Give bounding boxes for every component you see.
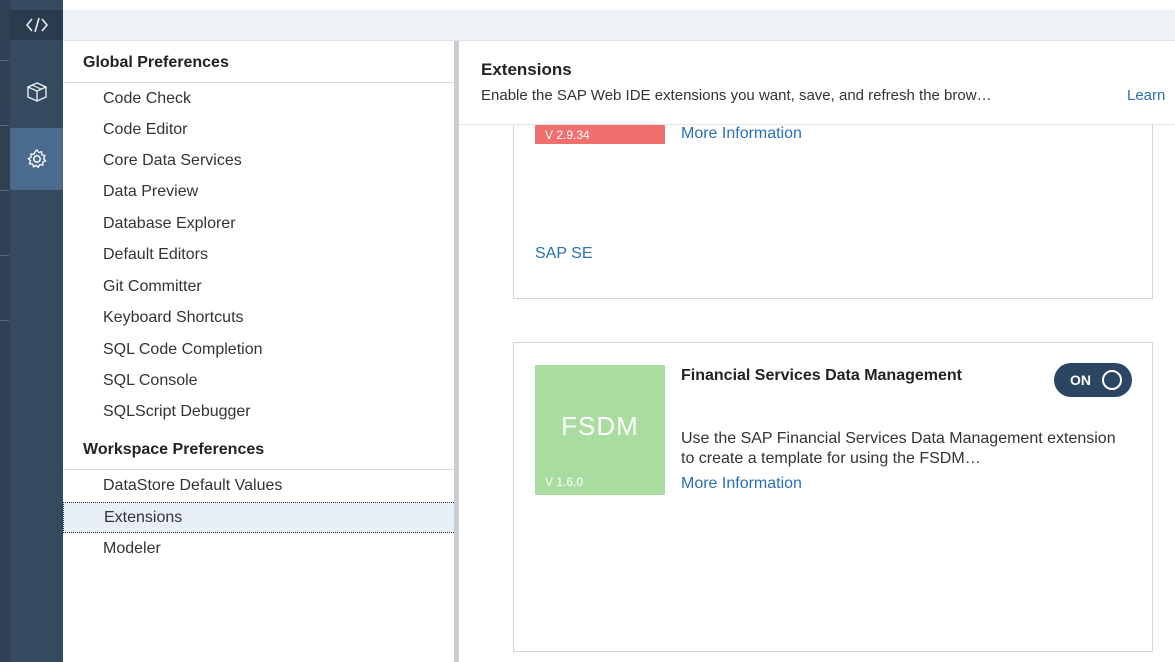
code-icon[interactable]: [10, 10, 63, 40]
pref-item-default-editors[interactable]: Default Editors: [63, 240, 456, 271]
extension-version: V 2.9.34: [545, 128, 590, 142]
page-title: Extensions: [481, 60, 572, 79]
pref-item-code-check[interactable]: Code Check: [63, 84, 456, 115]
pref-item-git-committer[interactable]: Git Committer: [63, 272, 456, 303]
page-description: Enable the SAP Web IDE extensions you wa…: [481, 87, 992, 104]
more-information-link[interactable]: More Information: [681, 125, 802, 143]
extension-vendor-link[interactable]: SAP SE: [535, 245, 593, 263]
extension-description: Use the SAP Financial Services Data Mana…: [681, 430, 1116, 467]
package-icon[interactable]: [10, 70, 63, 114]
extension-toggle[interactable]: ON: [1054, 363, 1132, 397]
pref-item-datastore-default-values[interactable]: DataStore Default Values: [63, 471, 456, 502]
pref-item-code-editor[interactable]: Code Editor: [63, 115, 456, 146]
settings-icon[interactable]: [10, 128, 63, 190]
top-bar: [63, 10, 1175, 41]
side-rail: [0, 0, 63, 662]
rail-edge: [0, 0, 10, 662]
global-preferences-heading: Global Preferences: [63, 41, 456, 83]
extensions-header: Extensions Enable the SAP Web IDE extens…: [459, 41, 1175, 125]
extension-tile-name: FSDM: [561, 411, 639, 441]
workspace-preferences-heading: Workspace Preferences: [63, 428, 456, 470]
preferences-panel: Global Preferences Code Check Code Edito…: [63, 41, 456, 662]
pref-item-core-data-services[interactable]: Core Data Services: [63, 146, 456, 177]
pref-item-sql-code-completion[interactable]: SQL Code Completion: [63, 335, 456, 366]
extension-tile-fsdm: FSDM V 1.6.0: [535, 365, 665, 495]
toggle-label: ON: [1070, 372, 1091, 388]
extensions-panel: Extensions Enable the SAP Web IDE extens…: [459, 41, 1175, 662]
pref-item-keyboard-shortcuts[interactable]: Keyboard Shortcuts: [63, 303, 456, 334]
pref-item-extensions[interactable]: Extensions: [63, 502, 456, 533]
learn-more-link[interactable]: Learn: [1127, 87, 1165, 104]
pref-item-data-preview[interactable]: Data Preview: [63, 177, 456, 208]
extension-card-fsdm: FSDM V 1.6.0 Financial Services Data Man…: [513, 342, 1153, 652]
extension-name: Financial Services Data Management: [681, 367, 962, 384]
pref-item-database-explorer[interactable]: Database Explorer: [63, 209, 456, 240]
more-information-link[interactable]: More Information: [681, 475, 802, 493]
toggle-knob-icon: [1102, 370, 1122, 390]
pref-item-sql-console[interactable]: SQL Console: [63, 366, 456, 397]
pref-item-modeler[interactable]: Modeler: [63, 534, 456, 565]
pref-item-sqlscript-debugger[interactable]: SQLScript Debugger: [63, 397, 456, 428]
extension-version: V 1.6.0: [545, 475, 584, 489]
